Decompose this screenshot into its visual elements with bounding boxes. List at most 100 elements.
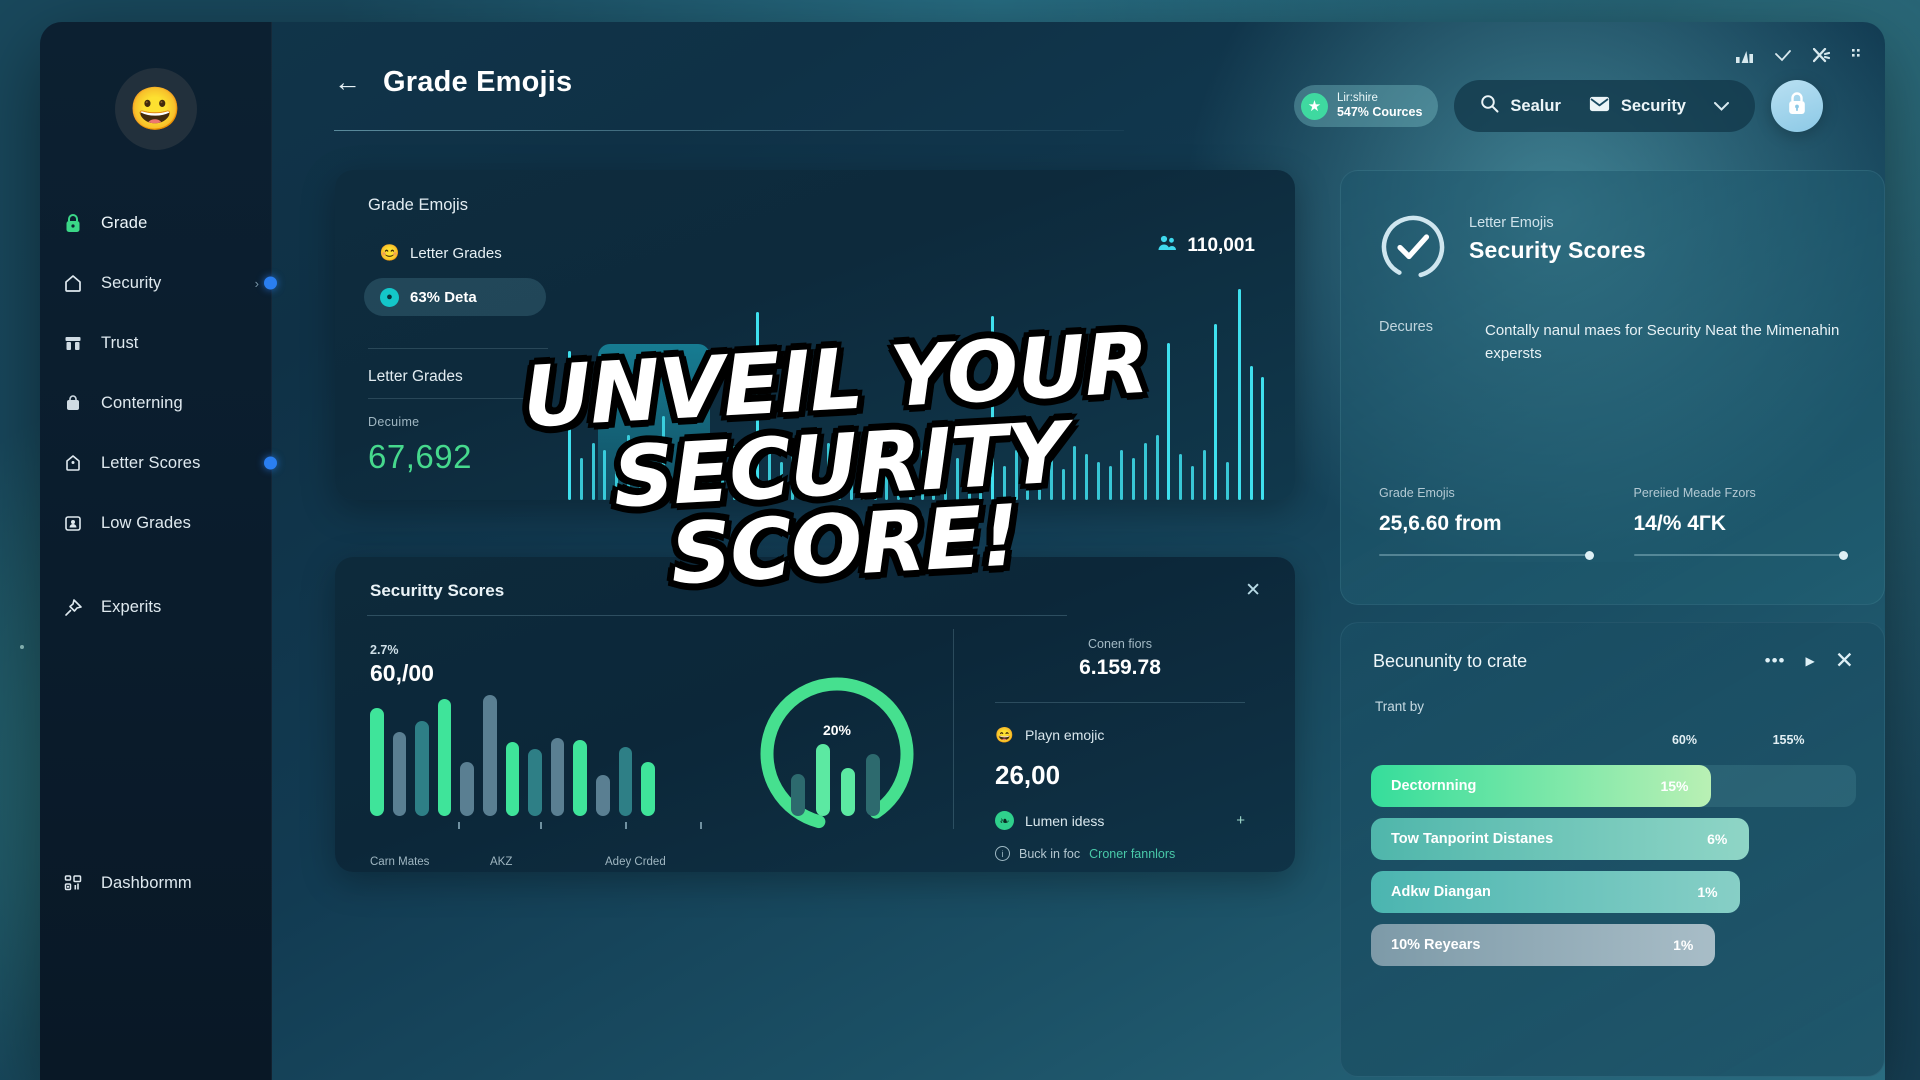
card-divider [367,615,1067,616]
metric-slider[interactable] [1633,550,1848,560]
bar [370,707,384,816]
play-icon[interactable]: ▶ [1805,655,1814,667]
chip-letter-grades[interactable]: 😊 Letter Grades [364,234,564,272]
sidebar-bottom: Dashbormm [40,864,271,924]
bar-fill: Tow Tanporint Distanes 6% [1371,818,1750,860]
ranked-bar-row[interactable]: Dectornning 15% [1371,765,1856,807]
avatar[interactable]: 😀 [114,68,197,150]
close-icon[interactable]: ✕ [1245,581,1261,600]
sidebar-item-low-grades[interactable]: Low Grades [40,504,271,542]
panel-title: Becununity to crate [1373,651,1528,671]
person-icon: ● [380,287,399,307]
arrow-left-icon[interactable]: ← [334,69,361,96]
spike-bar [920,450,924,500]
spike-bar [626,434,630,500]
stats-column: Conen fiors 6.159.78 😄 Playn emojic 26,0… [995,637,1245,861]
metric-kicker: Pereiied Meade Fzors [1633,486,1756,500]
metric-value: 25,6.60 from [1379,512,1502,535]
sidebar-item-dashboard[interactable]: Dashbormm [40,864,271,902]
card-divider [368,398,548,399]
lock-button[interactable] [1771,80,1823,132]
spike-bar [1026,461,1030,500]
grade-emojis-spike-chart [550,260,1295,500]
scale-label: 60% [1671,733,1697,747]
chip-label: Letter Grades [410,244,502,262]
sidebar-item-conterning[interactable]: Conterning [40,384,271,422]
panel-metrics: Grade Emojis 25,6.60 from Pereiied Meade… [1379,486,1848,560]
stats-note-text: Buck in foc [1019,846,1081,861]
check-icon[interactable] [1775,49,1791,62]
spike-bar [1073,446,1077,500]
bar [505,742,520,816]
sidebar-item-trust[interactable]: Trust [40,324,271,362]
card-subheading: Letter Grades [368,368,463,385]
xlabel: AKZ [490,856,513,868]
metric-kicker: Grade Emojis [1379,486,1455,500]
sidebar-item-experits[interactable]: Experits [40,588,271,626]
kpi-block: 2.7% 60,/00 [370,643,434,687]
chip-deta[interactable]: ● 63% Deta [364,278,546,316]
spike-bar [932,461,936,500]
panel-subtitle: Trant by [1375,699,1425,714]
avatar-emoji: 😀 [129,85,182,132]
panel-heading: Letter Emojis Security Scores [1469,215,1646,264]
becununity-panel: Becununity to crate ••• ▶ ✕ Trant by 60%… [1340,622,1885,1077]
panel-metric: Grade Emojis 25,6.60 from [1379,486,1594,560]
panel-kicker: Letter Emojis [1469,215,1554,231]
spike-bar [697,450,701,500]
card-divider [368,348,548,349]
spike-bar [685,461,689,500]
metric-slider[interactable] [1379,550,1594,560]
card-title: Grade Emojis [368,196,468,214]
signal-icon[interactable] [1736,48,1753,63]
spike-bar [568,350,571,500]
page-title: Grade Emojis [383,66,573,98]
slider-knob[interactable] [1839,550,1848,560]
spike-bar [1049,457,1053,500]
shuffle-icon[interactable] [1813,48,1830,63]
donut-label: 20% [822,722,852,738]
donut-inner-bar [816,744,830,816]
chip-label: 63% Deta [410,288,477,306]
chevron-right-icon: › [254,275,259,291]
stats-row-playn[interactable]: 😄 Playn emojic [995,725,1245,744]
security-bar-chart [370,686,700,816]
ranked-bar-row[interactable]: Adkw Diangan 1% [1371,871,1856,913]
slider-knob[interactable] [1584,550,1594,560]
notification-dot [264,456,277,470]
score-badge-line1: Lir:shire [1336,91,1378,104]
expand-icon[interactable] [1852,49,1865,62]
mail-item[interactable]: Security [1589,96,1686,117]
kpi-value: 60,/00 [370,660,434,686]
bar [550,738,565,816]
bar [392,731,407,816]
close-icon[interactable]: ✕ [1835,649,1854,672]
sidebar-item-security[interactable]: Security › [40,264,277,302]
spike-bar [979,454,983,500]
bar [618,746,633,816]
donut-inner-bar [791,774,805,816]
score-badge[interactable]: ★ Lir:shire 547% Cources [1293,84,1439,128]
add-icon[interactable]: + [1236,812,1245,829]
more-icon[interactable]: ••• [1765,652,1786,669]
pin-icon [62,596,84,618]
securitty-scores-card: Securitty Scores ✕ 2.7% 60,/00 Carn Mate… [335,557,1295,872]
spike-bar [1179,454,1182,500]
search-input[interactable]: Sealur [1480,94,1561,118]
stats-note-link[interactable]: Croner fannlors [1089,847,1175,861]
sidebar-item-grade[interactable]: Grade [40,204,271,242]
ranked-bar-row[interactable]: 10% Reyears 1% [1371,924,1856,966]
sidebar-item-letter-scores[interactable]: Letter Scores [40,444,277,482]
toolbar: ★ Lir:shire 547% Cources Sealur Security [1293,80,1823,132]
donut-inner-bar [866,754,880,816]
chevron-down-icon[interactable] [1714,99,1729,114]
mail-label: Security [1620,96,1686,115]
scale-labels: 60% 155% [1375,733,1854,749]
sidebar-item-label: Conterning [101,393,183,412]
ranked-bar-row[interactable]: Tow Tanporint Distanes 6% [1371,818,1856,860]
bar [573,740,587,816]
bank-icon [62,332,84,354]
sidebar-item-label: Dashbormm [101,873,192,892]
stats-row-lumen[interactable]: ❧ Lumen idess + [995,811,1245,830]
star-icon: ★ [1300,92,1328,120]
